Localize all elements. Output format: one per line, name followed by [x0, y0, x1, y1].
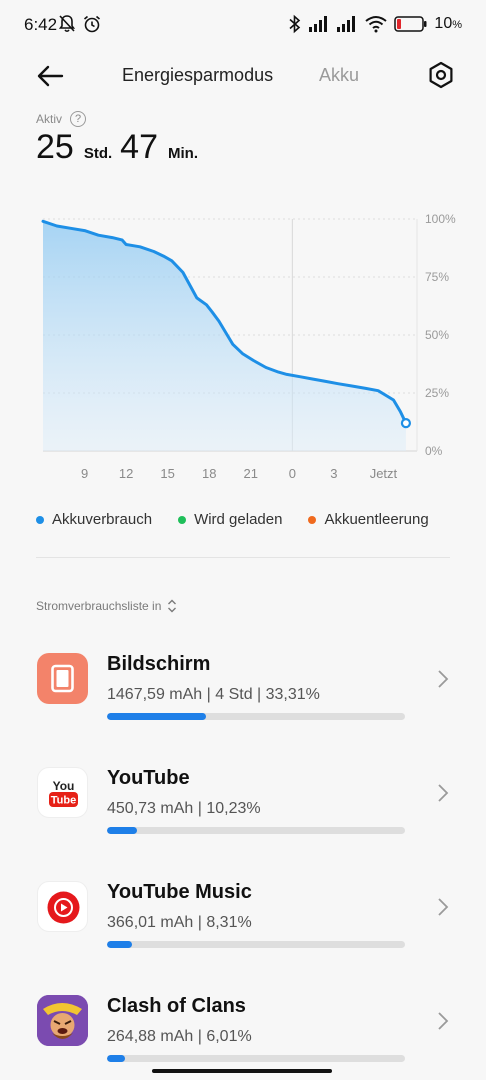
chevron-right-icon: [438, 898, 449, 916]
battery-usage-chart: 100% 75% 50% 25% 0% 9 12 15 18 21 0 3 Jetzt: [41, 212, 456, 481]
app-name: YouTube: [107, 767, 190, 789]
legend-item: Akkuverbrauch: [36, 511, 152, 528]
x-tick-label: 21: [244, 466, 258, 481]
chevron-right-icon: [438, 1012, 449, 1030]
tab-energiesparmodus[interactable]: Energiesparmodus: [122, 65, 273, 86]
x-tick-label: 15: [160, 466, 174, 481]
legend-item: Akkuentleerung: [308, 511, 429, 528]
settings-icon[interactable]: [426, 60, 456, 90]
list-item-bildschirm[interactable]: Bildschirm 1467,59 mAh | 4 Std | 33,31%: [0, 653, 486, 753]
y-tick-label: 50%: [425, 328, 449, 342]
header: Energiesparmodus Akku: [0, 56, 486, 96]
duration-minutes-unit: Min.: [168, 145, 198, 162]
x-tick-label: 3: [330, 466, 337, 481]
app-detail: 264,88 mAh | 6,01%: [107, 1028, 252, 1045]
y-tick-label: 75%: [425, 270, 449, 284]
chart-legend: Akkuverbrauch Wird geladen Akkuentleerung: [36, 511, 429, 528]
usage-bar-fill: [107, 827, 138, 834]
wifi-icon: [365, 16, 388, 33]
active-duration: 25 Std. 47 Min.: [36, 128, 206, 167]
app-detail: 1467,59 mAh | 4 Std | 33,31%: [107, 686, 320, 703]
status-bar: 6:42 10%: [0, 0, 486, 50]
back-arrow-icon[interactable]: [34, 60, 66, 92]
app-name: YouTube Music: [107, 881, 252, 903]
status-time: 6:42: [24, 15, 58, 34]
notifications-muted-icon: [58, 15, 76, 33]
bluetooth-icon: [289, 14, 301, 34]
usage-bar: [107, 1055, 405, 1062]
battery-percent: 10%: [434, 15, 462, 32]
svg-text:You: You: [53, 779, 75, 793]
usage-bar: [107, 941, 405, 948]
y-tick-label: 100%: [425, 212, 456, 226]
tab-akku[interactable]: Akku: [319, 65, 359, 86]
usage-bar-fill: [107, 1055, 125, 1062]
battery-icon: [394, 16, 427, 32]
app-detail: 450,73 mAh | 10,23%: [107, 800, 261, 817]
x-tick-label: Jetzt: [370, 466, 398, 481]
legend-dot-icon: [36, 515, 44, 524]
y-tick-label: 25%: [425, 386, 449, 400]
signal-icon-2: [337, 16, 356, 32]
divider: [36, 557, 450, 558]
x-tick-label: 18: [202, 466, 216, 481]
usage-bar: [107, 827, 405, 834]
legend-label: Akkuentleerung: [324, 511, 429, 528]
app-detail: 366,01 mAh | 8,31%: [107, 914, 252, 931]
duration-hours: 25: [36, 128, 74, 166]
svg-text:Tube: Tube: [51, 795, 76, 807]
chevron-right-icon: [438, 670, 449, 688]
chevron-right-icon: [438, 784, 449, 802]
phone-screen-icon: [37, 653, 88, 704]
legend-item: Wird geladen: [178, 511, 282, 528]
youtube-icon: You Tube: [37, 767, 88, 818]
current-point: [400, 418, 412, 429]
legend-label: Akkuverbrauch: [52, 511, 153, 528]
sort-toggle-icon: [168, 599, 177, 613]
x-tick-label: 0: [289, 466, 296, 481]
list-item-youtube-music[interactable]: YouTube Music 366,01 mAh | 8,31%: [0, 881, 486, 981]
active-label: Aktiv ?: [36, 111, 87, 127]
legend-label: Wird geladen: [194, 511, 283, 528]
legend-dot-icon: [178, 515, 187, 524]
duration-hours-unit: Std.: [83, 145, 113, 162]
list-item-youtube[interactable]: You Tube YouTube 450,73 mAh | 10,23%: [0, 767, 486, 867]
usage-bar-fill: [107, 941, 132, 948]
alarm-icon: [83, 15, 101, 33]
x-tick-label: 9: [81, 466, 88, 481]
help-icon[interactable]: ?: [70, 111, 87, 127]
y-tick-label: 0%: [425, 444, 443, 458]
app-name: Bildschirm: [107, 653, 211, 675]
home-indicator[interactable]: [152, 1069, 332, 1073]
legend-dot-icon: [308, 515, 317, 524]
list-item-clash-of-clans[interactable]: Clash of Clans 264,88 mAh | 6,01%: [0, 995, 486, 1080]
youtube-music-icon: [37, 881, 88, 932]
app-name: Clash of Clans: [107, 995, 246, 1017]
usage-bar: [107, 713, 405, 720]
signal-icon-1: [309, 16, 328, 32]
sort-label: Stromverbrauchsliste in: [36, 599, 162, 613]
usage-area: [43, 221, 406, 451]
sort-selector[interactable]: Stromverbrauchsliste in: [36, 599, 177, 613]
duration-minutes: 47: [120, 128, 158, 166]
clash-of-clans-icon: [37, 995, 88, 1046]
x-tick-label: 12: [119, 466, 133, 481]
usage-bar-fill: [107, 713, 207, 720]
active-label-text: Aktiv: [36, 112, 63, 126]
